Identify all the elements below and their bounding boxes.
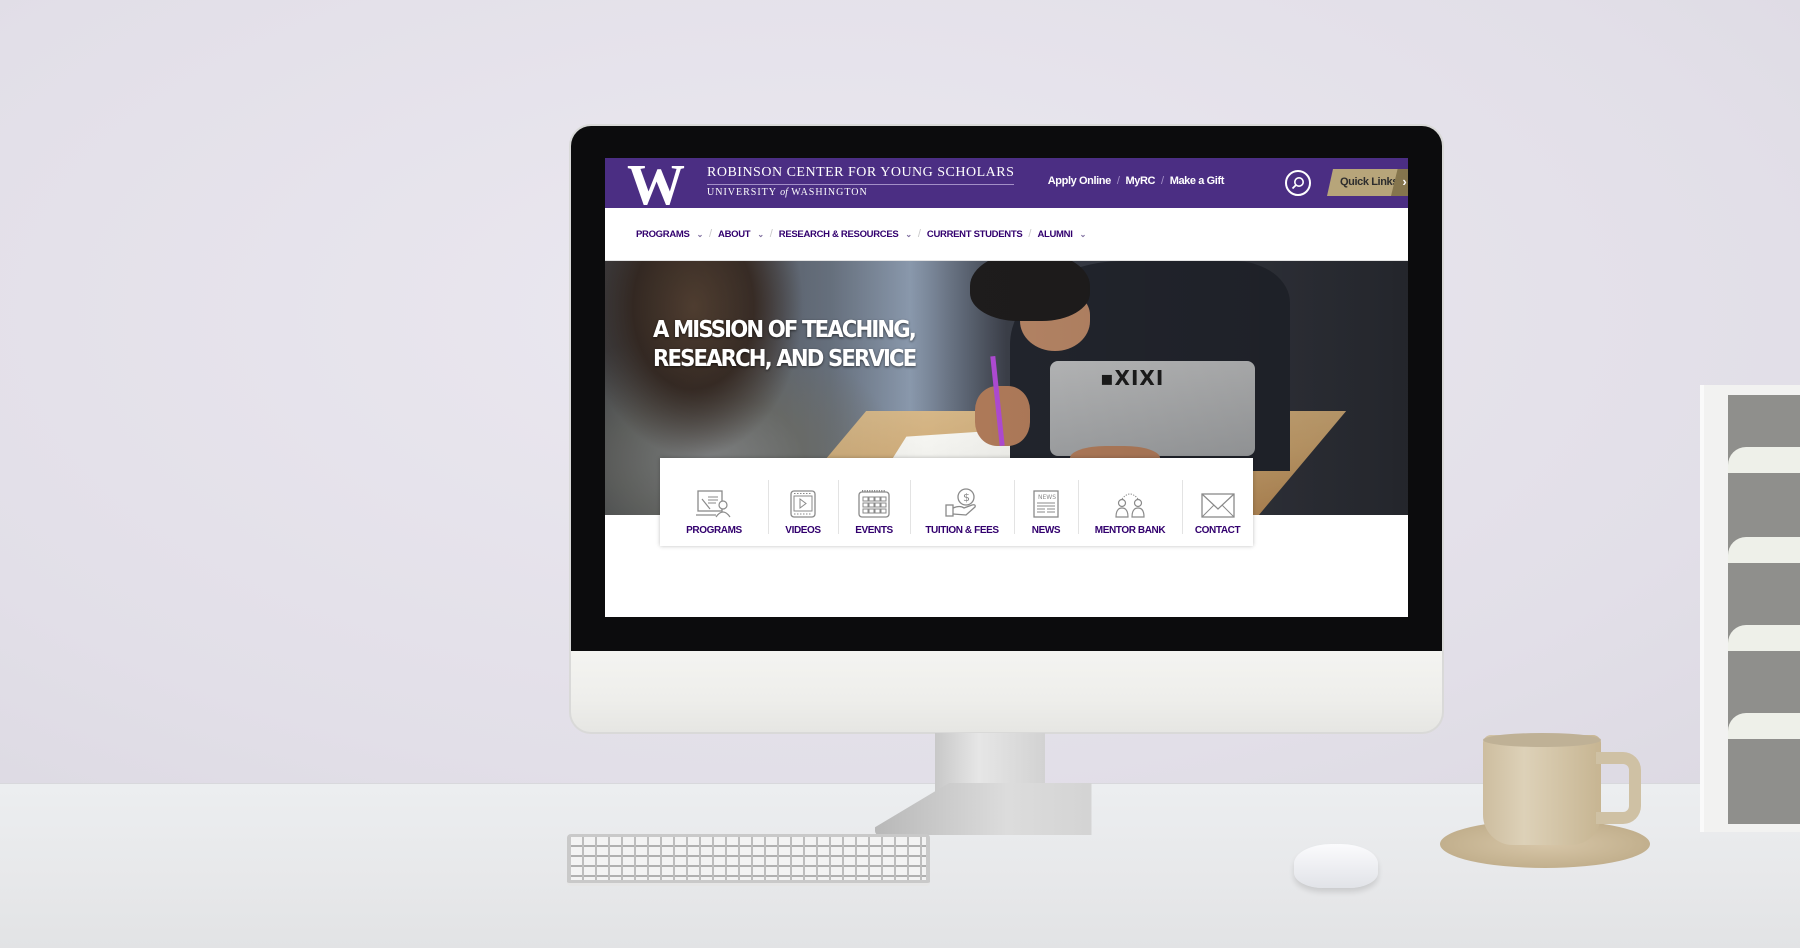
tile-videos[interactable]: VIDEOS	[768, 458, 838, 546]
nav-separator: /	[917, 228, 921, 240]
chevron-down-icon: ⌄	[696, 229, 704, 239]
chevron-down-icon: ⌄	[905, 229, 912, 239]
tile-programs[interactable]: PROGRAMS	[660, 458, 768, 546]
tile-label: PROGRAMS	[686, 525, 742, 536]
tile-news[interactable]: NEWS NEWS	[1014, 458, 1078, 546]
tile-contact[interactable]: CONTACT	[1182, 458, 1253, 546]
search-icon	[1291, 177, 1304, 190]
subtitle-of: of	[780, 187, 788, 198]
coffee-cup-handle	[1596, 752, 1641, 824]
nav-about[interactable]: ABOUT ⌄	[718, 229, 764, 240]
nav-label: PROGRAMS	[636, 228, 690, 240]
tile-label: TUITION & FEES	[925, 525, 999, 536]
chevron-down-icon: ⌄	[757, 229, 764, 239]
nav-separator: /	[769, 228, 773, 240]
desk-organizer	[1700, 385, 1800, 832]
calendar-icon	[858, 490, 890, 518]
site-title: ROBINSON CENTER FOR YOUNG SCHOLARS	[707, 165, 1015, 185]
utility-links: Apply Online / MyRC / Make a Gift	[1048, 175, 1225, 187]
website-screen: W ROBINSON CENTER FOR YOUNG SCHOLARS UNI…	[605, 158, 1408, 617]
nav-separator: /	[1028, 228, 1032, 240]
myrc-link[interactable]: MyRC	[1125, 175, 1155, 187]
svg-text:$: $	[963, 491, 970, 504]
tile-events[interactable]: EVENTS	[838, 458, 910, 546]
quick-tiles: PROGRAMS VIDEOS EVENTS $ TUITION & FEES …	[660, 458, 1253, 546]
subtitle-university: UNIVERSITY	[707, 187, 777, 198]
newspaper-icon: NEWS	[1033, 490, 1059, 518]
tile-label: VIDEOS	[785, 525, 821, 536]
video-icon	[790, 490, 816, 518]
site-brand[interactable]: ROBINSON CENTER FOR YOUNG SCHOLARS UNIVE…	[707, 165, 1015, 198]
apply-online-link[interactable]: Apply Online	[1048, 175, 1111, 187]
utility-separator: /	[1161, 175, 1164, 187]
envelope-icon	[1200, 493, 1235, 518]
quick-links-button[interactable]: Quick Links	[1327, 169, 1402, 196]
search-button[interactable]	[1285, 170, 1311, 196]
nav-current-students[interactable]: CURRENT STUDENTS	[926, 228, 1023, 240]
monitor-chin	[571, 651, 1442, 732]
make-a-gift-link[interactable]: Make a Gift	[1170, 175, 1225, 187]
tile-tuition-fees[interactable]: $ TUITION & FEES	[910, 458, 1014, 546]
presentation-icon	[696, 490, 731, 518]
site-header: W ROBINSON CENTER FOR YOUNG SCHOLARS UNI…	[605, 158, 1408, 214]
tile-label: MENTOR BANK	[1094, 525, 1166, 536]
nav-label: RESEARCH & RESOURCES	[778, 228, 899, 240]
nav-programs[interactable]: PROGRAMS ⌄	[636, 229, 703, 240]
svg-text:NEWS: NEWS	[1038, 494, 1056, 501]
chevron-down-icon: ⌄	[1079, 229, 1087, 239]
nav-label: ABOUT	[718, 228, 751, 240]
subtitle-washington: WASHINGTON	[791, 187, 868, 198]
mouse	[1294, 844, 1378, 888]
main-nav: PROGRAMS ⌄ / ABOUT ⌄ / RESEARCH & RESOUR…	[605, 208, 1408, 261]
utility-separator: /	[1116, 175, 1120, 187]
hero-headline: A MISSION OF TEACHING, RESEARCH, AND SER…	[653, 316, 917, 374]
nav-separator: /	[708, 228, 713, 240]
tile-mentor-bank[interactable]: MENTOR BANK	[1078, 458, 1182, 546]
coffee-cup	[1483, 735, 1601, 845]
nav-research-resources[interactable]: RESEARCH & RESOURCES ⌄	[779, 229, 912, 240]
coffee-cup-rim	[1483, 733, 1601, 747]
nav-label: CURRENT STUDENTS	[926, 228, 1023, 240]
keyboard	[567, 834, 930, 886]
nav-label: ALUMNI	[1037, 228, 1073, 240]
nav-alumni[interactable]: ALUMNI ⌄	[1037, 229, 1086, 240]
hero-headline-line2: RESEARCH, AND SERVICE	[653, 346, 917, 372]
tile-label: CONTACT	[1194, 525, 1241, 536]
monitor-stand	[875, 733, 1139, 835]
site-subtitle: UNIVERSITY of WASHINGTON	[707, 187, 1014, 198]
mentor-icon	[1115, 493, 1145, 518]
uw-logo[interactable]: W	[627, 158, 685, 214]
hero-headline-line1: A MISSION OF TEACHING,	[653, 317, 917, 343]
tile-label: NEWS	[1031, 525, 1061, 536]
money-hand-icon: $	[945, 488, 976, 517]
tile-label: EVENTS	[855, 525, 893, 536]
